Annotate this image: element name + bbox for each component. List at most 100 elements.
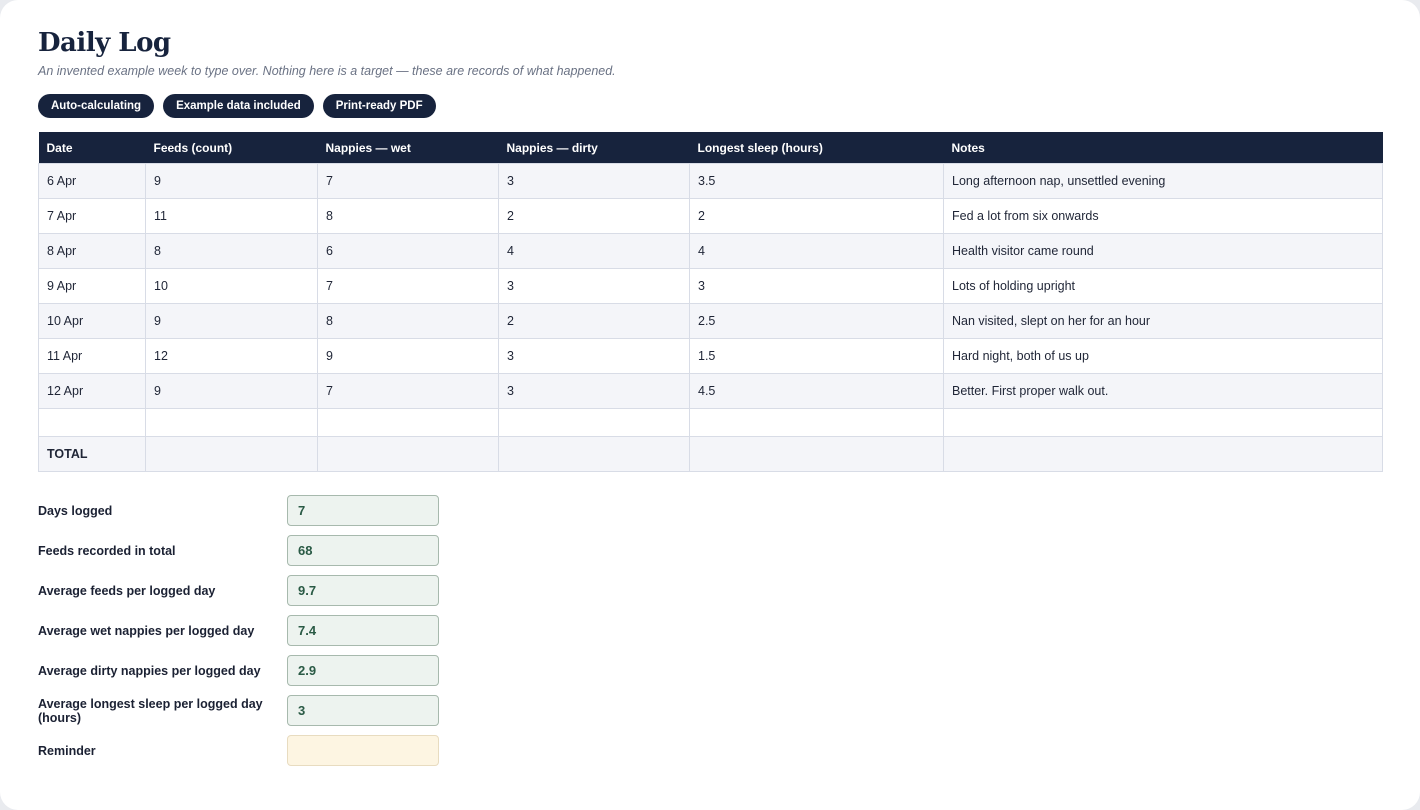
cell-date[interactable]: 8 Apr	[38, 233, 146, 269]
badge-auto-calculating: Auto-calculating	[38, 94, 155, 118]
summary-row-days-logged: Days logged 7	[38, 495, 458, 535]
summary-label: Reminder	[38, 743, 96, 758]
cell-nappies-wet[interactable]: 9	[317, 338, 499, 374]
cell-date[interactable]: 10 Apr	[38, 303, 146, 339]
table-header-row: Date Feeds (count) Nappies — wet Nappies…	[38, 132, 1383, 164]
summary-label: Feeds recorded in total	[38, 543, 176, 558]
cell-notes[interactable]: Long afternoon nap, unsettled evening	[943, 163, 1383, 199]
table-row: 7 Apr 11 8 2 2 Fed a lot from six onward…	[38, 198, 1383, 234]
cell-feeds[interactable]: 9	[145, 373, 318, 409]
cell-notes[interactable]	[943, 408, 1383, 437]
cell-nappies-dirty[interactable]	[498, 408, 690, 437]
avg-dirty-value: 2.9	[287, 655, 439, 686]
badge-example-data: Example data included	[163, 94, 314, 118]
cell-feeds[interactable]	[145, 408, 318, 437]
header-feeds: Feeds (count)	[145, 132, 318, 164]
cell-feeds[interactable]: 12	[145, 338, 318, 374]
cell-notes[interactable]: Nan visited, slept on her for an hour	[943, 303, 1383, 339]
summary-row-avg-feeds: Average feeds per logged day 9.7	[38, 575, 458, 615]
cell-nappies-wet[interactable]: 8	[317, 303, 499, 339]
header-date: Date	[38, 132, 146, 164]
cell-nappies-wet[interactable]: 7	[317, 163, 499, 199]
summary-value: 2.9	[298, 663, 317, 678]
cell-nappies-dirty[interactable]: 3	[498, 268, 690, 304]
cell-feeds[interactable]: 8	[145, 233, 318, 269]
cell-feeds[interactable]: 11	[145, 198, 318, 234]
header-nappies-dirty: Nappies — dirty	[498, 132, 690, 164]
avg-wet-value: 7.4	[287, 615, 439, 646]
cell-longest-sleep[interactable]: 4.5	[689, 373, 944, 409]
cell-nappies-wet[interactable]	[317, 408, 499, 437]
cell-nappies-wet[interactable]: 7	[317, 268, 499, 304]
cell-date[interactable]: 9 Apr	[38, 268, 146, 304]
avg-feeds-value: 9.7	[287, 575, 439, 606]
cell-nappies-wet[interactable]: 6	[317, 233, 499, 269]
cell-notes[interactable]: Health visitor came round	[943, 233, 1383, 269]
cell-longest-sleep[interactable]	[689, 408, 944, 437]
page-subtitle: An invented example week to type over. N…	[38, 64, 616, 78]
summary-row-avg-sleep: Average longest sleep per logged day (ho…	[38, 695, 458, 735]
cell-nappies-dirty[interactable]: 2	[498, 303, 690, 339]
cell-longest-sleep[interactable]: 3.5	[689, 163, 944, 199]
reminder-value	[288, 743, 298, 758]
cell-date[interactable]	[38, 408, 146, 437]
summary-label: Average dirty nappies per logged day	[38, 663, 261, 678]
total-label: TOTAL	[38, 436, 146, 472]
total-notes	[943, 436, 1383, 472]
total-row: TOTAL	[38, 436, 1383, 472]
cell-date[interactable]: 6 Apr	[38, 163, 146, 199]
cell-longest-sleep[interactable]: 4	[689, 233, 944, 269]
feeds-total-value: 68	[287, 535, 439, 566]
avg-sleep-value: 3	[287, 695, 439, 726]
header-nappies-wet: Nappies — wet	[317, 132, 499, 164]
summary-value: 7	[298, 503, 306, 518]
cell-date[interactable]: 12 Apr	[38, 373, 146, 409]
header-notes: Notes	[943, 132, 1383, 164]
cell-feeds[interactable]: 9	[145, 163, 318, 199]
cell-notes[interactable]: Hard night, both of us up	[943, 338, 1383, 374]
summary-value: 68	[298, 543, 313, 558]
summary-row-reminder: Reminder	[38, 735, 458, 775]
cell-nappies-wet[interactable]: 8	[317, 198, 499, 234]
cell-longest-sleep[interactable]: 2	[689, 198, 944, 234]
header-longest-sleep: Longest sleep (hours)	[689, 132, 944, 164]
cell-longest-sleep[interactable]: 3	[689, 268, 944, 304]
log-sheet: Daily Log An invented example week to ty…	[0, 0, 1420, 810]
reminder-field[interactable]	[287, 735, 439, 766]
summary-row-avg-dirty: Average dirty nappies per logged day 2.9	[38, 655, 458, 695]
page-title: Daily Log	[38, 28, 171, 58]
cell-nappies-wet[interactable]: 7	[317, 373, 499, 409]
cell-nappies-dirty[interactable]: 3	[498, 373, 690, 409]
cell-date[interactable]: 11 Apr	[38, 338, 146, 374]
summary-row-feeds-total: Feeds recorded in total 68	[38, 535, 458, 575]
table-row: 6 Apr 9 7 3 3.5 Long afternoon nap, unse…	[38, 163, 1383, 199]
summary-row-avg-wet: Average wet nappies per logged day 7.4	[38, 615, 458, 655]
summary-label: Average longest sleep per logged day (ho…	[38, 696, 263, 725]
table-row: 12 Apr 9 7 3 4.5 Better. First proper wa…	[38, 373, 1383, 409]
table-row: 8 Apr 8 6 4 4 Health visitor came round	[38, 233, 1383, 269]
cell-nappies-dirty[interactable]: 2	[498, 198, 690, 234]
summary-label: Average feeds per logged day	[38, 583, 216, 598]
cell-notes[interactable]: Better. First proper walk out.	[943, 373, 1383, 409]
cell-longest-sleep[interactable]: 1.5	[689, 338, 944, 374]
cell-feeds[interactable]: 9	[145, 303, 318, 339]
summary-label: Average wet nappies per logged day	[38, 623, 255, 638]
cell-longest-sleep[interactable]: 2.5	[689, 303, 944, 339]
cell-nappies-dirty[interactable]: 3	[498, 163, 690, 199]
badge-print-ready: Print-ready PDF	[322, 94, 436, 118]
cell-notes[interactable]: Fed a lot from six onwards	[943, 198, 1383, 234]
cell-date[interactable]: 7 Apr	[38, 198, 146, 234]
cell-notes[interactable]: Lots of holding upright	[943, 268, 1383, 304]
cell-feeds[interactable]: 10	[145, 268, 318, 304]
table-row: 11 Apr 12 9 3 1.5 Hard night, both of us…	[38, 338, 1383, 374]
cell-nappies-dirty[interactable]: 3	[498, 338, 690, 374]
summary-panel: Days logged 7 Feeds recorded in total 68…	[38, 495, 458, 775]
total-feeds	[145, 436, 318, 472]
cell-nappies-dirty[interactable]: 4	[498, 233, 690, 269]
summary-value: 9.7	[298, 583, 317, 598]
daily-log-table: Date Feeds (count) Nappies — wet Nappies…	[38, 132, 1383, 472]
feature-badges: Auto-calculating Example data included P…	[38, 94, 436, 118]
summary-label: Days logged	[38, 503, 113, 518]
total-longest-sleep	[689, 436, 944, 472]
total-nappies-dirty	[498, 436, 690, 472]
